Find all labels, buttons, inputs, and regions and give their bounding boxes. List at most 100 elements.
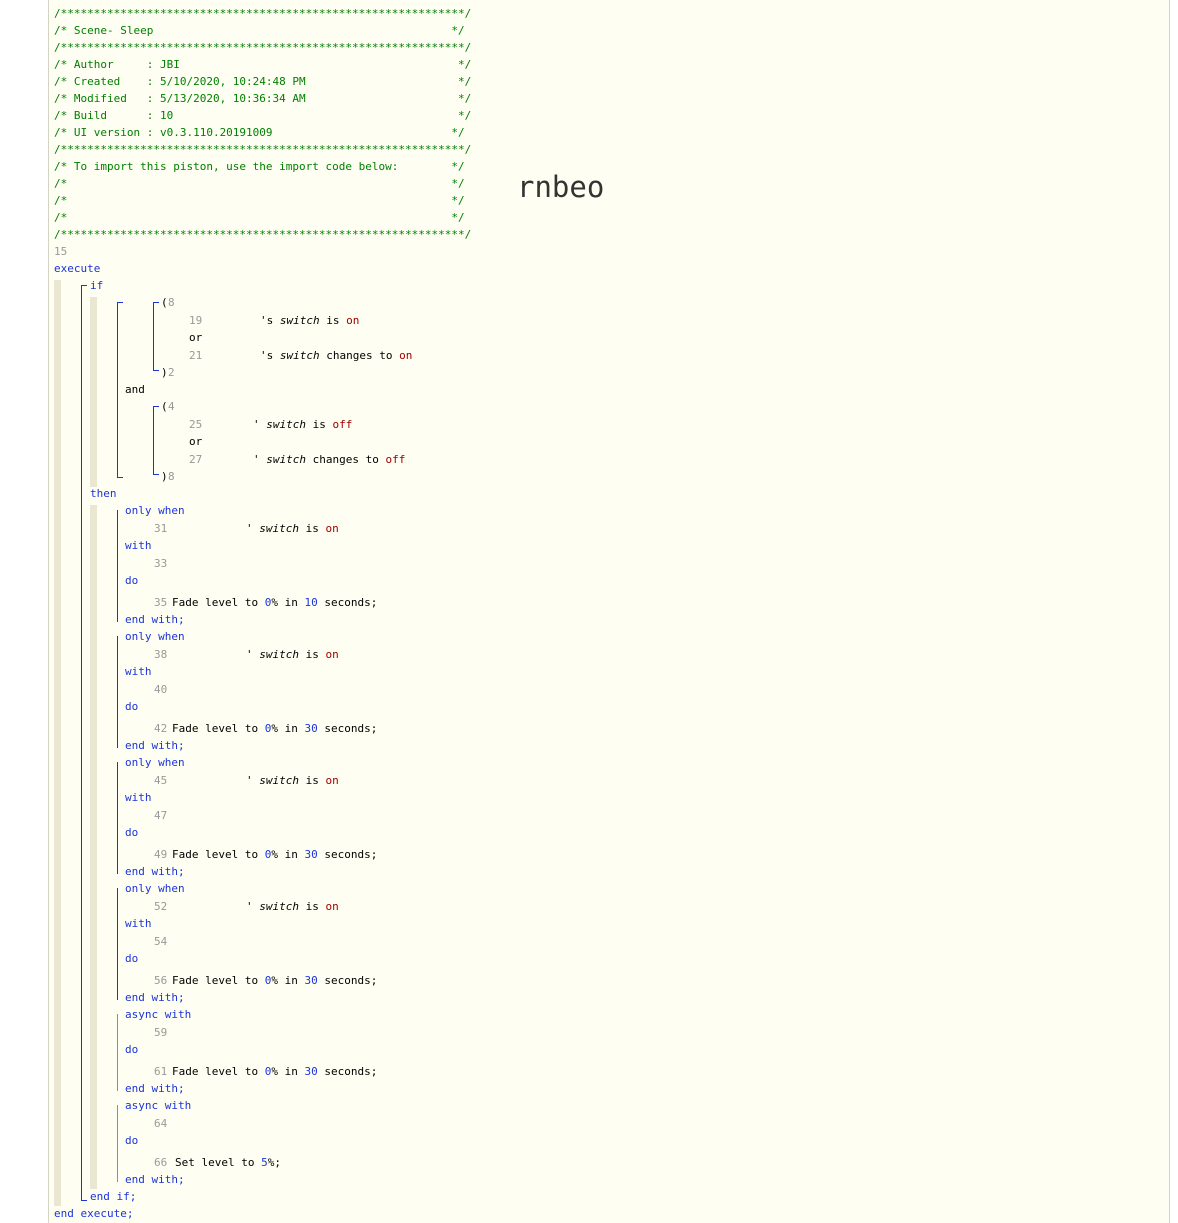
fade-action-35[interactable]: Fade level to 0% in 10 seconds; [172,594,377,611]
open-paren[interactable]: ( [161,398,168,415]
end-execute-keyword[interactable]: end execute; [54,1205,133,1222]
async-bracket-2 [117,1105,118,1182]
with-keyword[interactable]: with [125,537,152,554]
header-border: /***************************************… [54,143,472,156]
line-number: 54 [154,935,168,948]
only-when-keyword[interactable]: only when [125,880,185,897]
execute-bracket-bottom [81,1200,87,1201]
line-number: 15 [54,245,68,258]
line-number: 64 [154,1117,168,1130]
execute-bracket-top [81,285,87,286]
only-when-keyword[interactable]: only when [125,754,185,771]
with-keyword[interactable]: with [125,663,152,680]
async-with-keyword[interactable]: async with [125,1097,191,1114]
end-if-keyword[interactable]: end if; [90,1188,136,1205]
fade-action-49[interactable]: Fade level to 0% in 30 seconds; [172,846,377,863]
if-condition-bracket-top [117,302,123,303]
group2-bracket [153,406,154,474]
fade-action-56[interactable]: Fade level to 0% in 30 seconds; [172,972,377,989]
condition-25[interactable]: ' switch is off [253,416,352,433]
only-when-keyword[interactable]: only when [125,628,185,645]
author-line: /* Author : JBI */ [54,58,472,71]
line-number: 59 [154,1026,168,1039]
open-paren[interactable]: ( [161,294,168,311]
created-line: /* Created : 5/10/2020, 10:24:48 PM */ [54,75,472,88]
or-operator[interactable]: or [189,433,202,450]
fade-action-42[interactable]: Fade level to 0% in 30 seconds; [172,720,377,737]
do-keyword[interactable]: do [125,572,138,589]
header-border-top: /***************************************… [54,7,472,20]
if-condition-bracket [117,302,118,478]
end-with-keyword[interactable]: end with; [125,989,185,1006]
with-bracket-3 [117,762,118,874]
import-line: /* To import this piston, use the import… [54,160,465,173]
line-number: 25 [189,418,203,431]
restriction-45[interactable]: ' switch is on [246,772,339,789]
restriction-31[interactable]: ' switch is on [246,520,339,537]
line-number: 52 [154,900,168,913]
header-border: /***************************************… [54,41,472,54]
async-with-keyword[interactable]: async with [125,1006,191,1023]
then-keyword[interactable]: then [90,485,117,502]
restriction-38[interactable]: ' switch is on [246,646,339,663]
header-border-bottom: /***************************************… [54,228,472,241]
do-keyword[interactable]: do [125,698,138,715]
build-line: /* Build : 10 */ [54,109,472,122]
import-code-overlay-text: rnbeo [517,170,605,204]
indent-stripe-execute [54,280,61,1206]
modified-line: /* Modified : 5/13/2020, 10:36:34 AM */ [54,92,472,105]
ui-version-line: /* UI version : v0.3.110.20191009 */ [54,126,465,139]
import-code-line: /* */ [54,211,465,224]
indent-stripe-then [90,505,97,1189]
set-level-action-66[interactable]: Set level to 5%; [175,1154,281,1171]
restriction-52[interactable]: ' switch is on [246,898,339,915]
line-number: 19 [189,314,203,327]
line-number: 47 [154,809,168,822]
do-keyword[interactable]: do [125,1132,138,1149]
condition-27[interactable]: ' switch changes to off [253,451,405,468]
import-code-line: /* */ [54,194,465,207]
with-bracket-2 [117,636,118,748]
close-paren[interactable]: ) [161,468,168,485]
line-number: 4 [168,400,175,413]
fade-action-61[interactable]: Fade level to 0% in 30 seconds; [172,1063,377,1080]
import-code-line: /* */ [54,177,465,190]
line-number: 49 [154,848,168,861]
group1-bracket-bottom [153,370,159,371]
only-when-keyword[interactable]: only when [125,502,185,519]
with-keyword[interactable]: with [125,915,152,932]
with-bracket-4 [117,888,118,1000]
end-with-keyword[interactable]: end with; [125,863,185,880]
line-number: 56 [154,974,168,987]
end-with-keyword[interactable]: end with; [125,1080,185,1097]
line-number: 8 [168,296,175,309]
do-keyword[interactable]: do [125,824,138,841]
group2-bracket-top [153,406,159,407]
with-keyword[interactable]: with [125,789,152,806]
end-with-keyword[interactable]: end with; [125,611,185,628]
condition-19[interactable]: 's switch is on [260,312,359,329]
with-bracket-1 [117,510,118,622]
async-bracket-1 [117,1014,118,1091]
close-paren[interactable]: ) [161,364,168,381]
line-number: 33 [154,557,168,570]
line-number: 35 [154,596,168,609]
condition-21[interactable]: 's switch changes to on [260,347,412,364]
or-operator[interactable]: or [189,329,202,346]
line-number: 21 [189,349,203,362]
line-number: 42 [154,722,168,735]
execute-bracket [81,285,82,1201]
line-number: 45 [154,774,168,787]
if-keyword[interactable]: if [90,277,103,294]
and-operator[interactable]: and [125,381,145,398]
end-with-keyword[interactable]: end with; [125,1171,185,1188]
line-number: 8 [168,470,175,483]
do-keyword[interactable]: do [125,1041,138,1058]
line-number: 61 [154,1065,168,1078]
end-with-keyword[interactable]: end with; [125,737,185,754]
do-keyword[interactable]: do [125,950,138,967]
execute-keyword[interactable]: execute [54,260,100,277]
line-number: 38 [154,648,168,661]
indent-stripe-if [90,297,97,487]
line-number: 66 [154,1156,168,1169]
